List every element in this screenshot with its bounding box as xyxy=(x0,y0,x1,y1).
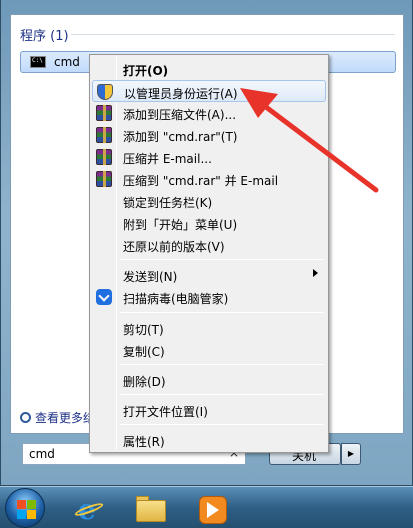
context-menu: 打开(O) 以管理员身份运行(A) 添加到压缩文件(A)... 添加到 "cmd… xyxy=(89,54,329,453)
uac-shield-icon xyxy=(97,84,113,100)
menu-item-label: 压缩并 E-mail... xyxy=(123,152,212,166)
menu-item-label: 属性(R) xyxy=(123,435,165,449)
menu-item-add-to-cmd-rar[interactable]: 添加到 "cmd.rar"(T) xyxy=(92,124,326,146)
pc-manager-icon xyxy=(96,289,112,305)
menu-separator xyxy=(120,259,324,260)
menu-separator xyxy=(120,424,324,425)
search-value: cmd xyxy=(29,447,55,461)
menu-item-delete[interactable]: 删除(D) xyxy=(92,369,326,391)
menu-item-scan-virus[interactable]: 扫描病毒(电脑管家) xyxy=(92,286,326,308)
start-orb-button[interactable] xyxy=(5,488,45,528)
menu-item-restore-versions[interactable]: 还原以前的版本(V) xyxy=(92,234,326,256)
menu-item-open[interactable]: 打开(O) xyxy=(92,58,326,80)
programs-section-title: 程序 (1) xyxy=(20,29,69,44)
cmd-icon xyxy=(30,56,46,68)
menu-item-label: 以管理员身份运行(A) xyxy=(124,87,238,101)
menu-item-cut[interactable]: 剪切(T) xyxy=(92,317,326,339)
menu-item-run-as-admin[interactable]: 以管理员身份运行(A) xyxy=(92,80,326,102)
menu-item-compress-email[interactable]: 压缩并 E-mail... xyxy=(92,146,326,168)
menu-item-copy[interactable]: 复制(C) xyxy=(92,339,326,361)
winrar-icon xyxy=(96,105,112,121)
winrar-icon xyxy=(96,171,112,187)
program-label: cmd xyxy=(54,55,80,69)
taskbar-explorer[interactable] xyxy=(128,491,174,527)
menu-item-properties[interactable]: 属性(R) xyxy=(92,429,326,451)
folder-icon xyxy=(136,500,166,522)
menu-item-label: 发送到(N) xyxy=(123,270,178,284)
menu-item-label: 锁定到任务栏(K) xyxy=(123,196,213,210)
magnifier-icon xyxy=(20,412,31,423)
taskbar: e xyxy=(0,486,413,528)
menu-item-label: 剪切(T) xyxy=(123,323,164,337)
menu-item-label: 打开文件位置(I) xyxy=(123,405,208,419)
menu-item-pin-to-taskbar[interactable]: 锁定到任务栏(K) xyxy=(92,190,326,212)
menu-item-label: 添加到 "cmd.rar"(T) xyxy=(123,130,238,144)
menu-item-label: 附到「开始」菜单(U) xyxy=(123,218,238,232)
taskbar-internet-explorer[interactable]: e xyxy=(66,491,112,527)
shutdown-options-button[interactable]: ▶ xyxy=(341,443,361,465)
section-divider xyxy=(71,34,395,35)
shutdown-arrow-icon: ▶ xyxy=(347,449,355,458)
menu-item-pin-to-start[interactable]: 附到「开始」菜单(U) xyxy=(92,212,326,234)
menu-separator xyxy=(120,394,324,395)
menu-item-label: 复制(C) xyxy=(123,345,165,359)
menu-item-compress-to-cmd-rar-email[interactable]: 压缩到 "cmd.rar" 并 E-mail xyxy=(92,168,326,190)
menu-item-label: 删除(D) xyxy=(123,375,166,389)
windows-logo-icon xyxy=(17,500,26,509)
menu-item-add-to-archive[interactable]: 添加到压缩文件(A)... xyxy=(92,102,326,124)
menu-item-label: 还原以前的版本(V) xyxy=(123,240,225,254)
menu-item-label: 添加到压缩文件(A)... xyxy=(123,108,237,122)
menu-separator xyxy=(120,364,324,365)
menu-item-open-file-location[interactable]: 打开文件位置(I) xyxy=(92,399,326,421)
submenu-arrow-icon xyxy=(313,269,318,277)
winrar-icon xyxy=(96,127,112,143)
menu-item-send-to[interactable]: 发送到(N) xyxy=(92,264,326,286)
menu-item-label: 打开(O) xyxy=(123,64,169,78)
media-player-icon xyxy=(199,496,227,524)
menu-item-label: 扫描病毒(电脑管家) xyxy=(123,292,229,306)
menu-separator xyxy=(120,312,324,313)
menu-item-label: 压缩到 "cmd.rar" 并 E-mail xyxy=(123,174,279,188)
winrar-icon xyxy=(96,149,112,165)
taskbar-media-player[interactable] xyxy=(190,491,236,527)
